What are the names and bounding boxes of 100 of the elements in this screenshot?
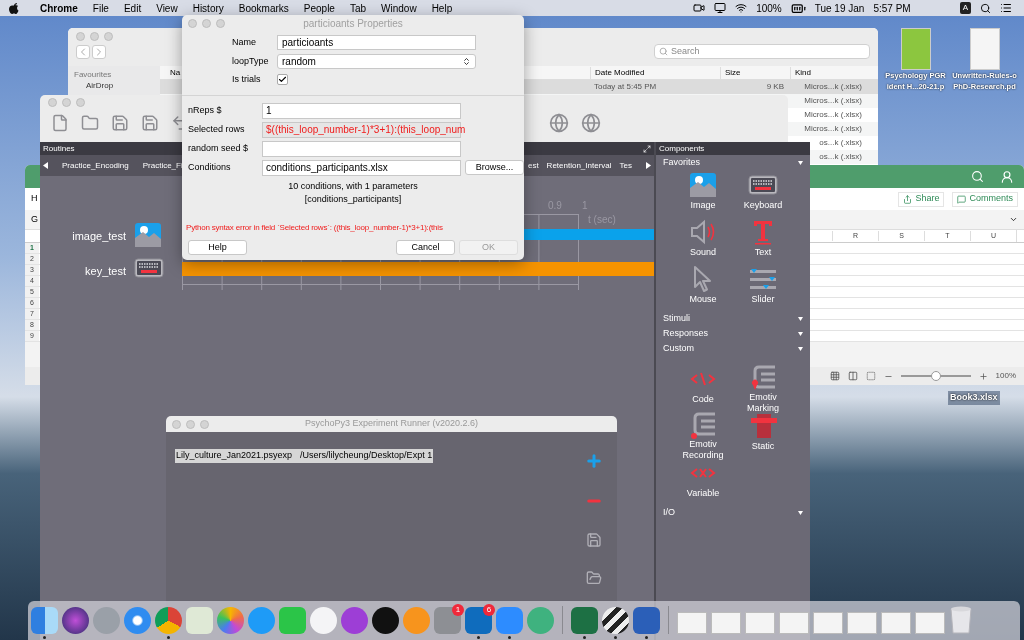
close-button[interactable] <box>48 98 57 107</box>
window-thumbnail[interactable] <box>711 612 741 634</box>
menu-item[interactable]: Tab <box>349 0 367 16</box>
menu-item[interactable]: Bookmarks <box>238 0 289 16</box>
component-button[interactable]: Emotiv Marking <box>733 364 793 411</box>
folder-icon[interactable] <box>81 114 99 132</box>
component-button[interactable]: Image <box>673 170 733 217</box>
zoom-button[interactable] <box>104 32 113 41</box>
name-box[interactable]: G <box>31 212 38 227</box>
close-button[interactable] <box>172 419 181 429</box>
component-button[interactable]: Sound <box>673 217 733 264</box>
zoom-button[interactable] <box>200 419 209 429</box>
globe-icon[interactable] <box>549 113 569 133</box>
trash-icon[interactable] <box>949 604 973 634</box>
search-field[interactable]: Search <box>654 44 870 59</box>
minimize-button[interactable] <box>202 19 211 28</box>
ribbon-tab[interactable]: H <box>31 192 38 206</box>
duration-bar[interactable] <box>182 262 654 276</box>
camera-icon[interactable] <box>693 2 706 14</box>
dialog-button[interactable]: Cancel <box>396 239 455 255</box>
component-button[interactable]: Emotiv Recording <box>673 411 733 458</box>
caret-down-icon[interactable] <box>798 510 803 515</box>
folder-icon[interactable] <box>586 570 602 586</box>
component-button[interactable]: Mouse <box>673 264 733 311</box>
comments-button[interactable]: Comments <box>952 191 1018 207</box>
checkbox[interactable] <box>277 74 288 86</box>
dialog-button[interactable]: Help <box>188 239 247 255</box>
routine-tab[interactable]: est <box>527 159 539 172</box>
category-header[interactable]: I/O <box>663 505 675 520</box>
caret-left-icon[interactable] <box>43 162 48 169</box>
apple-logo-icon[interactable] <box>9 2 19 14</box>
routine-tab[interactable]: Tes <box>619 159 632 172</box>
routine-tab[interactable]: Retention_Interval <box>546 159 612 172</box>
category-header[interactable]: Stimuli <box>663 311 690 326</box>
menu-item[interactable]: File <box>92 0 109 16</box>
zoom-button[interactable] <box>216 19 225 28</box>
page-break-icon[interactable] <box>865 371 876 381</box>
experiment-row[interactable]: Lily_culture_Jan2021.psyexp /Users/lilycheung/Desktop/Expt 1 <box>175 449 434 463</box>
window-thumbnail[interactable] <box>779 612 809 634</box>
normal-view-icon[interactable] <box>829 371 840 381</box>
forward-button[interactable] <box>92 44 106 59</box>
add-icon[interactable] <box>585 452 603 470</box>
component-button[interactable]: Text <box>733 217 793 264</box>
text-field[interactable]: particioants <box>277 35 476 50</box>
zoom-in-icon[interactable] <box>978 371 988 381</box>
menu-item[interactable]: Edit <box>123 0 142 16</box>
minimize-button[interactable] <box>90 32 99 41</box>
menu-item[interactable]: Help <box>431 0 453 16</box>
caret-icon[interactable] <box>1009 215 1018 224</box>
share-button[interactable]: Share <box>898 191 945 207</box>
back-button[interactable] <box>76 44 90 59</box>
close-button[interactable] <box>188 19 197 28</box>
globe-icon[interactable] <box>581 113 601 133</box>
maximize-icon[interactable] <box>643 144 651 153</box>
menu-item[interactable]: History <box>192 0 224 16</box>
component-button[interactable]: Keyboard <box>733 170 793 217</box>
dropdown[interactable]: random <box>277 54 476 69</box>
category-header[interactable]: Custom <box>663 341 694 356</box>
minimize-button[interactable] <box>62 98 71 107</box>
window-thumbnail[interactable] <box>813 612 843 634</box>
display-icon[interactable] <box>714 2 727 14</box>
caret-down-icon[interactable] <box>798 346 803 351</box>
component-button[interactable]: Slider <box>733 264 793 311</box>
close-button[interactable] <box>76 32 85 41</box>
text-field[interactable] <box>262 140 461 157</box>
list-icon[interactable] <box>1000 2 1012 14</box>
app-icon[interactable] <box>602 607 629 634</box>
menu-item[interactable]: Chrome <box>40 0 78 16</box>
component-button[interactable]: Code <box>673 364 733 411</box>
component-label[interactable]: key_test <box>40 263 126 280</box>
slider-thumb[interactable] <box>930 371 941 381</box>
app-icon[interactable] <box>372 607 399 634</box>
browse-button[interactable]: Browse... <box>465 160 524 175</box>
caret-right-icon[interactable] <box>646 162 651 169</box>
zoom-button[interactable] <box>76 98 85 107</box>
document-thumbnail[interactable] <box>969 28 1000 70</box>
category-header[interactable]: Favorites <box>663 155 700 170</box>
page-layout-icon[interactable] <box>847 371 858 381</box>
window-thumbnail[interactable] <box>677 612 707 634</box>
wifi-icon[interactable] <box>735 2 748 14</box>
menu-item[interactable]: People <box>303 0 335 16</box>
text-field[interactable]: conditions_participants.xlsx <box>262 159 461 176</box>
window-thumbnail[interactable] <box>745 612 775 634</box>
person-icon[interactable] <box>1000 169 1014 184</box>
window-thumbnail[interactable] <box>881 612 911 634</box>
menu-date[interactable]: Tue 19 Jan <box>814 0 865 16</box>
routine-tab[interactable]: Practice_Fi <box>142 159 183 172</box>
caret-down-icon[interactable] <box>798 331 803 336</box>
save-icon[interactable] <box>111 114 129 132</box>
minimize-button[interactable] <box>186 419 195 429</box>
routine-tab[interactable]: Practice_Encoding <box>62 159 129 172</box>
new-file-icon[interactable] <box>51 114 69 132</box>
search-input[interactable]: Search <box>671 44 851 59</box>
save-icon[interactable] <box>586 532 602 548</box>
save-icon[interactable] <box>141 114 159 132</box>
sidebar-item[interactable]: AirDrop <box>86 81 154 90</box>
component-label[interactable]: image_test <box>40 228 126 245</box>
menu-item[interactable]: View <box>156 0 178 16</box>
window-thumbnail[interactable] <box>915 612 945 634</box>
menu-item[interactable]: Window <box>381 0 417 16</box>
